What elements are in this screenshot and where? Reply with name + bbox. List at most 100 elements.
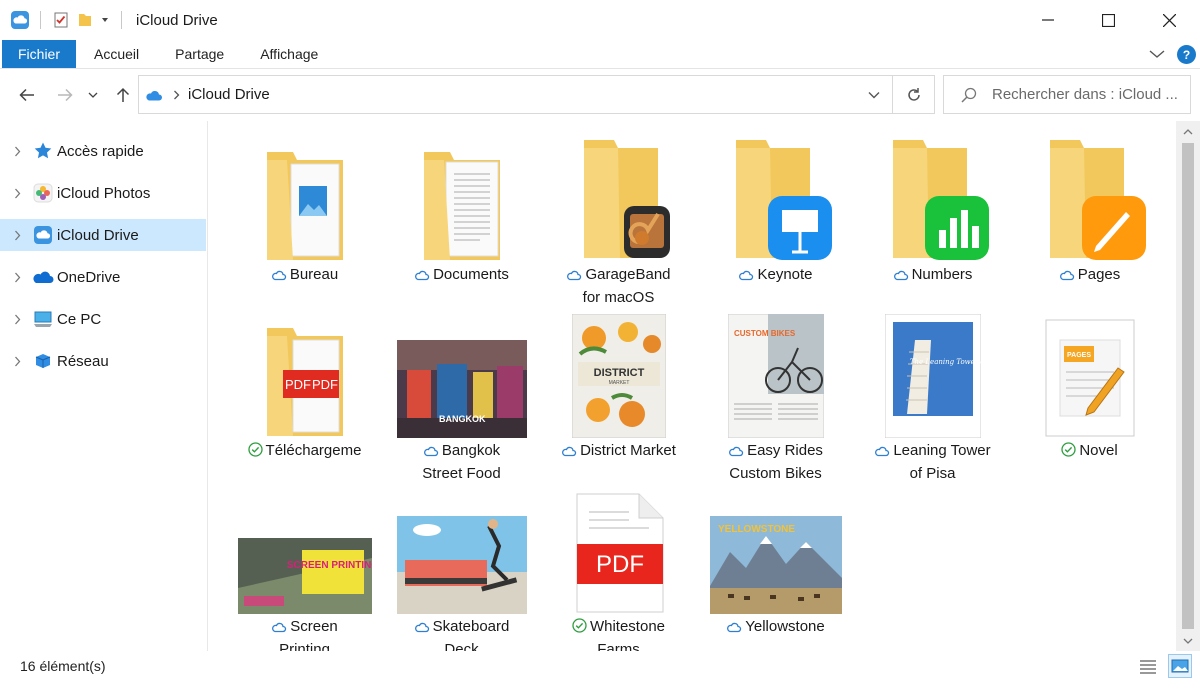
file-label: Pages [1011, 264, 1168, 287]
photo-thumbnail: SCREEN PRINTING [226, 479, 383, 614]
sidebar-item-ce-pc[interactable]: Ce PC [0, 303, 206, 335]
folder-icon [226, 127, 383, 262]
search-box[interactable] [943, 75, 1191, 114]
sidebar-item-icloud-drive[interactable]: iCloud Drive [0, 219, 206, 251]
minimize-button[interactable] [1017, 0, 1078, 40]
scrollbar-thumb[interactable] [1182, 143, 1194, 629]
large-icons-view-icon[interactable] [1168, 654, 1192, 678]
synced-check-icon [572, 618, 587, 639]
file-label: Novel [1011, 440, 1168, 463]
sidebar-item-label: Ce PC [57, 310, 102, 328]
scroll-down-arrow-icon[interactable] [1176, 631, 1200, 651]
network-icon [32, 350, 54, 372]
file-label: Keynote [697, 264, 854, 287]
file-label: Easy Rides Custom Bikes [728, 442, 823, 482]
details-view-icon[interactable] [1136, 654, 1160, 678]
expand-ribbon-chevron-icon[interactable] [1149, 46, 1165, 64]
tab-accueil[interactable]: Accueil [76, 40, 157, 68]
sidebar-item-onedrive[interactable]: OneDrive [0, 261, 206, 293]
tab-affichage[interactable]: Affichage [242, 40, 336, 68]
folder-icon [1011, 127, 1168, 262]
document-thumbnail: CUSTOM BIKES [697, 303, 854, 438]
thumb-subtitle: MARKET [608, 380, 629, 386]
expand-chevron-icon[interactable] [10, 188, 24, 199]
expand-chevron-icon[interactable] [10, 356, 24, 367]
svg-text:PDF: PDF [312, 377, 338, 392]
help-button[interactable]: ? [1177, 45, 1196, 64]
cloud-status-icon [1059, 266, 1075, 287]
icloud-app-icon[interactable] [8, 8, 32, 32]
forward-arrow-icon[interactable] [51, 81, 79, 109]
cloud-status-icon [561, 442, 577, 463]
sidebar-item-icloud-photos[interactable]: iCloud Photos [0, 177, 206, 209]
pdf-file-icon: PDF [540, 479, 697, 614]
navigation-bar: iCloud Drive [0, 69, 1200, 121]
toolbar-divider [40, 11, 41, 29]
file-view: Bureau Documents GarageBand for macOS Key… [209, 121, 1176, 651]
refresh-button[interactable] [892, 76, 934, 113]
thumb-title: PAGES [1067, 352, 1091, 359]
folder-icon [540, 127, 697, 262]
file-label: Skateboard Deck [383, 616, 540, 651]
address-bar[interactable]: iCloud Drive [138, 75, 935, 114]
file-label: Documents [383, 264, 540, 287]
title-bar: iCloud Drive [0, 0, 1200, 40]
thumb-title: SCREEN PRINTING [286, 560, 371, 571]
tab-partage[interactable]: Partage [157, 40, 242, 68]
quick-access-toolbar [0, 0, 130, 40]
expand-chevron-icon[interactable] [10, 230, 24, 241]
window-title: iCloud Drive [136, 11, 218, 29]
close-button[interactable] [1139, 0, 1200, 40]
cloud-status-icon [728, 442, 744, 463]
breadcrumb-separator-icon [173, 90, 180, 100]
status-bar: 16 élément(s) [0, 651, 1200, 681]
synced-check-icon [247, 442, 263, 463]
recent-locations-chevron-icon[interactable] [83, 81, 103, 109]
pages-document-icon: PAGES [1011, 303, 1168, 438]
photos-icon [32, 182, 54, 204]
up-arrow-icon[interactable] [109, 81, 137, 109]
thumb-title: PDF [596, 551, 644, 578]
address-dropdown-chevron-icon[interactable] [862, 76, 886, 113]
cloud-status-icon [414, 618, 430, 639]
new-folder-icon[interactable] [73, 8, 97, 32]
star-icon [32, 140, 54, 162]
expand-chevron-icon[interactable] [10, 146, 24, 157]
file-label: Yellowstone [697, 616, 854, 639]
svg-text:PDF: PDF [285, 377, 311, 392]
back-arrow-icon[interactable] [13, 81, 41, 109]
cloud-status-icon [726, 618, 742, 639]
tab-fichier[interactable]: Fichier [2, 40, 77, 68]
view-switcher [1136, 654, 1192, 678]
properties-icon[interactable] [49, 8, 73, 32]
search-icon [960, 86, 978, 104]
scroll-up-arrow-icon[interactable] [1176, 121, 1200, 141]
maximize-button[interactable] [1078, 0, 1139, 40]
sidebar-item-label: iCloud Photos [57, 184, 151, 202]
onedrive-icon [32, 266, 54, 288]
folder-icon [697, 127, 854, 262]
folder-icon [383, 127, 540, 262]
sidebar-item-label: Réseau [57, 352, 109, 370]
sidebar-item-reseau[interactable]: Réseau [0, 345, 206, 377]
cloud-status-icon [271, 266, 287, 287]
breadcrumb-icloud-drive[interactable]: iCloud Drive [188, 86, 270, 103]
search-input[interactable] [992, 86, 1191, 103]
file-label: Bureau [226, 264, 383, 287]
sidebar-item-acces-rapide[interactable]: Accès rapide [0, 135, 206, 167]
folder-icon: PDF PDF [226, 303, 383, 438]
vertical-scrollbar[interactable] [1176, 121, 1200, 651]
expand-chevron-icon[interactable] [10, 272, 24, 283]
item-count: 16 élément(s) [20, 658, 106, 674]
thumb-title: CUSTOM BIKES [734, 329, 796, 338]
file-label: District Market [540, 440, 697, 463]
thumb-title: DISTRICT [593, 367, 644, 379]
cloud-status-icon [414, 266, 430, 287]
cloud-status-icon [566, 266, 582, 287]
cloud-status-icon [874, 442, 890, 463]
file-label: Téléchargeme [226, 440, 383, 463]
expand-chevron-icon[interactable] [10, 314, 24, 325]
ribbon-right: ? [1149, 40, 1196, 69]
customize-toolbar-chevron-icon[interactable] [97, 8, 113, 32]
navigation-pane: Accès rapide iCloud Photos iCloud Drive … [0, 121, 208, 651]
